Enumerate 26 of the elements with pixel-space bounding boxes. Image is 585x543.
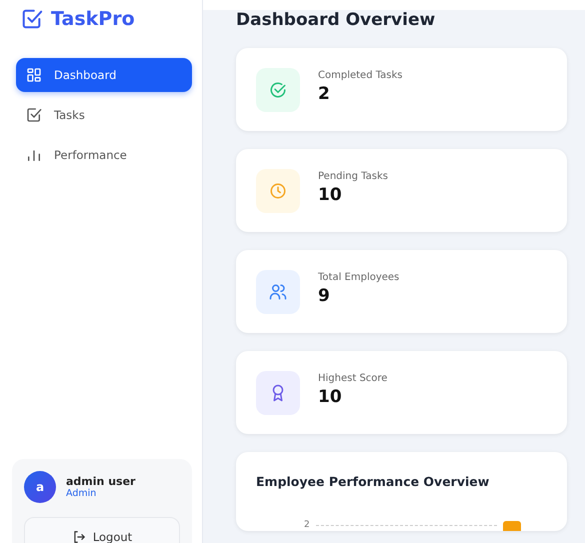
check-circle-icon (269, 80, 287, 98)
stat-label: Highest Score (318, 372, 388, 384)
stat-value: 10 (318, 386, 343, 406)
axis-tick-label: 2 (304, 520, 310, 530)
chart-bar (503, 521, 521, 531)
nav-item[interactable]: Performance (16, 138, 192, 172)
stat-value: 10 (318, 184, 343, 204)
page-title: Dashboard Overview (236, 10, 436, 30)
stat-value: 2 (318, 84, 331, 104)
checkbox-icon (21, 8, 43, 30)
stat-label: Completed Tasks (318, 70, 403, 80)
user-name: admin user (66, 475, 136, 488)
logout-icon (72, 530, 86, 543)
clock-icon (269, 182, 287, 200)
nav-item[interactable]: Dashboard (16, 58, 192, 92)
stat-label: Pending Tasks (318, 170, 388, 182)
nav-item[interactable]: Tasks (16, 98, 192, 132)
users-icon (269, 282, 287, 300)
checkbox-icon (26, 107, 42, 123)
chart-title: Employee Performance Overview (256, 474, 490, 489)
stat-value: 9 (318, 286, 331, 306)
stat-label: Total Employees (318, 272, 400, 282)
user-avatar: a (24, 471, 56, 503)
grid-icon (26, 67, 42, 83)
user-role: Admin (66, 488, 98, 499)
app-logo: TaskPro (51, 8, 135, 30)
